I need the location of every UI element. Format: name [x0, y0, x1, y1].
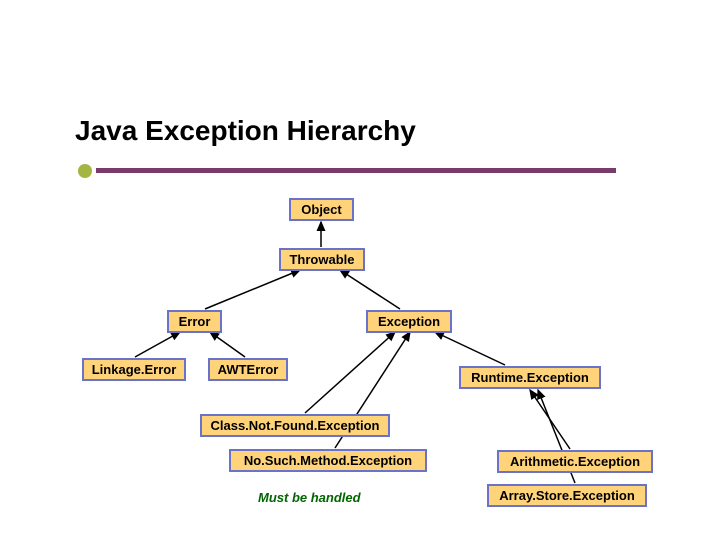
node-error: Error [167, 310, 222, 333]
node-array-store-exception: Array.Store.Exception [487, 484, 647, 507]
node-throwable: Throwable [279, 248, 365, 271]
page-title: Java Exception Hierarchy [75, 115, 416, 147]
node-runtime-exception: Runtime.Exception [459, 366, 601, 389]
node-linkage-error: Linkage.Error [82, 358, 186, 381]
node-awt-error: AWTError [208, 358, 288, 381]
bullet-icon [78, 164, 92, 178]
node-object: Object [289, 198, 354, 221]
node-arithmetic-exception: Arithmetic.Exception [497, 450, 653, 473]
title-divider [96, 168, 616, 173]
node-no-such-method: No.Such.Method.Exception [229, 449, 427, 472]
node-exception: Exception [366, 310, 452, 333]
node-class-not-found: Class.Not.Found.Exception [200, 414, 390, 437]
caption-must-be-handled: Must be handled [258, 490, 361, 505]
